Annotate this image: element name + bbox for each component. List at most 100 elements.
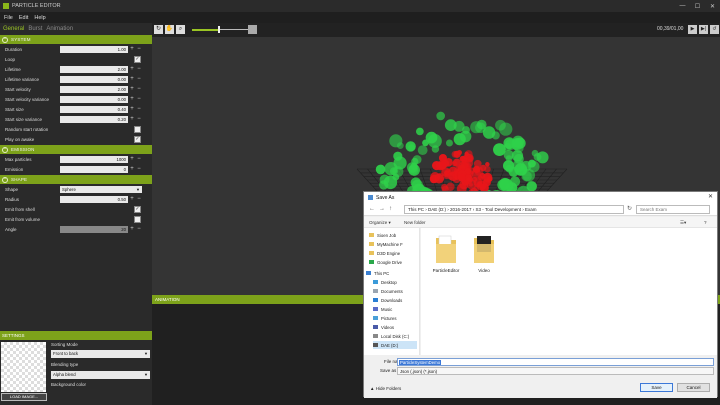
start-size-variance-field[interactable]: 0.20 [60, 115, 128, 123]
decrement-icon[interactable]: − [136, 116, 142, 123]
play-icon[interactable]: ▶ [688, 25, 697, 34]
folder-item[interactable]: ParticleEditor [431, 234, 461, 273]
nav-item[interactable]: Music [373, 305, 392, 313]
pan-icon[interactable]: ✋ [165, 25, 174, 34]
decrement-icon[interactable]: − [136, 196, 142, 203]
load-image-button[interactable]: LOAD IMAGE... [1, 393, 47, 401]
rotate-icon[interactable]: ↻ [154, 25, 163, 34]
decrement-icon[interactable]: − [136, 226, 142, 233]
savetype-select[interactable]: Json (.json) (*.json) [397, 367, 714, 375]
search-input[interactable]: Search Exam [636, 205, 710, 214]
nav-item[interactable]: MyMachine F [369, 240, 403, 248]
filename-input[interactable]: ParticleSystemDemo [397, 358, 714, 366]
nav-item[interactable]: Documents [373, 287, 403, 295]
start-size-field[interactable]: 0.40 [60, 105, 128, 113]
increment-icon[interactable]: + [129, 46, 135, 53]
nav-item[interactable]: D3D Engine [369, 249, 400, 257]
view-icon[interactable]: ☰▾ [680, 220, 686, 226]
minimize-icon[interactable]: — [675, 0, 690, 12]
increment-icon[interactable]: + [129, 226, 135, 233]
decrement-icon[interactable]: − [136, 76, 142, 83]
collapse-icon[interactable]: − [2, 36, 8, 43]
increment-icon[interactable]: + [129, 196, 135, 203]
step-icon[interactable]: ▶| [699, 25, 708, 34]
tab-general[interactable]: General [3, 26, 24, 32]
maximize-icon[interactable]: ☐ [690, 0, 705, 12]
menu-file[interactable]: File [4, 15, 13, 21]
increment-icon[interactable]: + [129, 66, 135, 73]
nav-item[interactable]: Pictures [373, 314, 397, 322]
nav-item-selected[interactable]: DAE (D:) [373, 341, 417, 349]
hide-folders-button[interactable]: ▲ Hide Folders [370, 386, 401, 391]
nav-item[interactable]: Desktop [373, 278, 397, 286]
section-shape-header[interactable]: − SHAPE [0, 175, 152, 184]
radius-field[interactable]: 0.50 [60, 195, 128, 203]
emit-volume-checkbox[interactable] [134, 215, 141, 223]
blending-select[interactable]: Alpha blend ▼ [51, 371, 150, 379]
nav-item[interactable]: Downloads [373, 296, 402, 304]
lifetime-variance-field[interactable]: 0.00 [60, 75, 128, 83]
start-velocity-field[interactable]: 2.00 [60, 85, 128, 93]
up-icon[interactable]: ↑ [389, 206, 392, 212]
forward-icon[interactable]: → [379, 206, 385, 212]
zoom-slider-end[interactable] [248, 25, 257, 34]
decrement-icon[interactable]: − [136, 166, 142, 173]
lifetime-field[interactable]: 2.00 [60, 65, 128, 73]
decrement-icon[interactable]: − [136, 86, 142, 93]
save-button[interactable]: Save [640, 383, 673, 392]
back-icon[interactable]: ← [369, 206, 375, 212]
folder-item[interactable]: Video [469, 234, 499, 273]
section-system-header[interactable]: − SYSTEM [0, 35, 152, 44]
nav-item[interactable]: Sioen Job [369, 231, 396, 239]
address-bar[interactable]: This PC › DAE (D:) › 2016-2017 › S3 - To… [404, 205, 624, 214]
decrement-icon[interactable]: − [136, 156, 142, 163]
loop-checkbox[interactable]: ✓ [134, 55, 141, 63]
decrement-icon[interactable]: − [136, 106, 142, 113]
increment-icon[interactable]: + [129, 106, 135, 113]
help-icon[interactable]: ? [704, 220, 707, 225]
close-icon[interactable]: ✕ [708, 193, 713, 200]
increment-icon[interactable]: + [129, 166, 135, 173]
play-on-awake-checkbox[interactable]: ✓ [134, 135, 141, 143]
increment-icon[interactable]: + [129, 76, 135, 83]
collapse-icon[interactable]: − [2, 146, 8, 153]
nav-item[interactable]: This PC [366, 269, 389, 277]
zoom-slider-thumb[interactable] [218, 26, 220, 33]
cancel-button[interactable]: Cancel [677, 383, 710, 392]
particle-green [411, 157, 419, 166]
nav-item[interactable]: Local Disk (C:) [373, 332, 409, 340]
loop-icon[interactable]: ↺ [710, 25, 719, 34]
decrement-icon[interactable]: − [136, 66, 142, 73]
organize-button[interactable]: Organize ▾ [369, 220, 391, 226]
emit-shell-checkbox[interactable]: ✓ [134, 205, 141, 213]
nav-item[interactable]: Videos [373, 323, 394, 331]
new-folder-button[interactable]: New folder [404, 220, 426, 225]
zoom-icon[interactable]: ⌕ [176, 25, 185, 34]
refresh-icon[interactable]: ↻ [627, 205, 632, 212]
tab-animation[interactable]: Animation [46, 26, 73, 32]
section-emission-header[interactable]: − EMISSION [0, 145, 152, 154]
select-value: Front to back [53, 351, 79, 356]
dropdown-arrow-icon: ▼ [136, 186, 140, 192]
angle-field[interactable]: 20 [60, 225, 128, 233]
increment-icon[interactable]: + [129, 116, 135, 123]
start-velocity-variance-field[interactable]: 0.00 [60, 95, 128, 103]
shape-select[interactable]: Sphere ▼ [60, 185, 142, 193]
sorting-select[interactable]: Front to back ▼ [51, 350, 150, 358]
particle-red [436, 172, 445, 182]
increment-icon[interactable]: + [129, 96, 135, 103]
increment-icon[interactable]: + [129, 156, 135, 163]
decrement-icon[interactable]: − [136, 96, 142, 103]
close-icon[interactable]: ✕ [705, 0, 720, 12]
menu-edit[interactable]: Edit [19, 15, 28, 21]
emission-field[interactable]: 0 [60, 165, 128, 173]
nav-item[interactable]: Google Drive [369, 258, 402, 266]
collapse-icon[interactable]: − [2, 176, 8, 183]
tab-burst[interactable]: Burst [28, 26, 42, 32]
decrement-icon[interactable]: − [136, 46, 142, 53]
menu-help[interactable]: Help [34, 15, 45, 21]
random-rotation-checkbox[interactable] [134, 125, 141, 133]
increment-icon[interactable]: + [129, 86, 135, 93]
duration-field[interactable]: 1.00 [60, 45, 128, 53]
max-particles-field[interactable]: 1000 [60, 155, 128, 163]
